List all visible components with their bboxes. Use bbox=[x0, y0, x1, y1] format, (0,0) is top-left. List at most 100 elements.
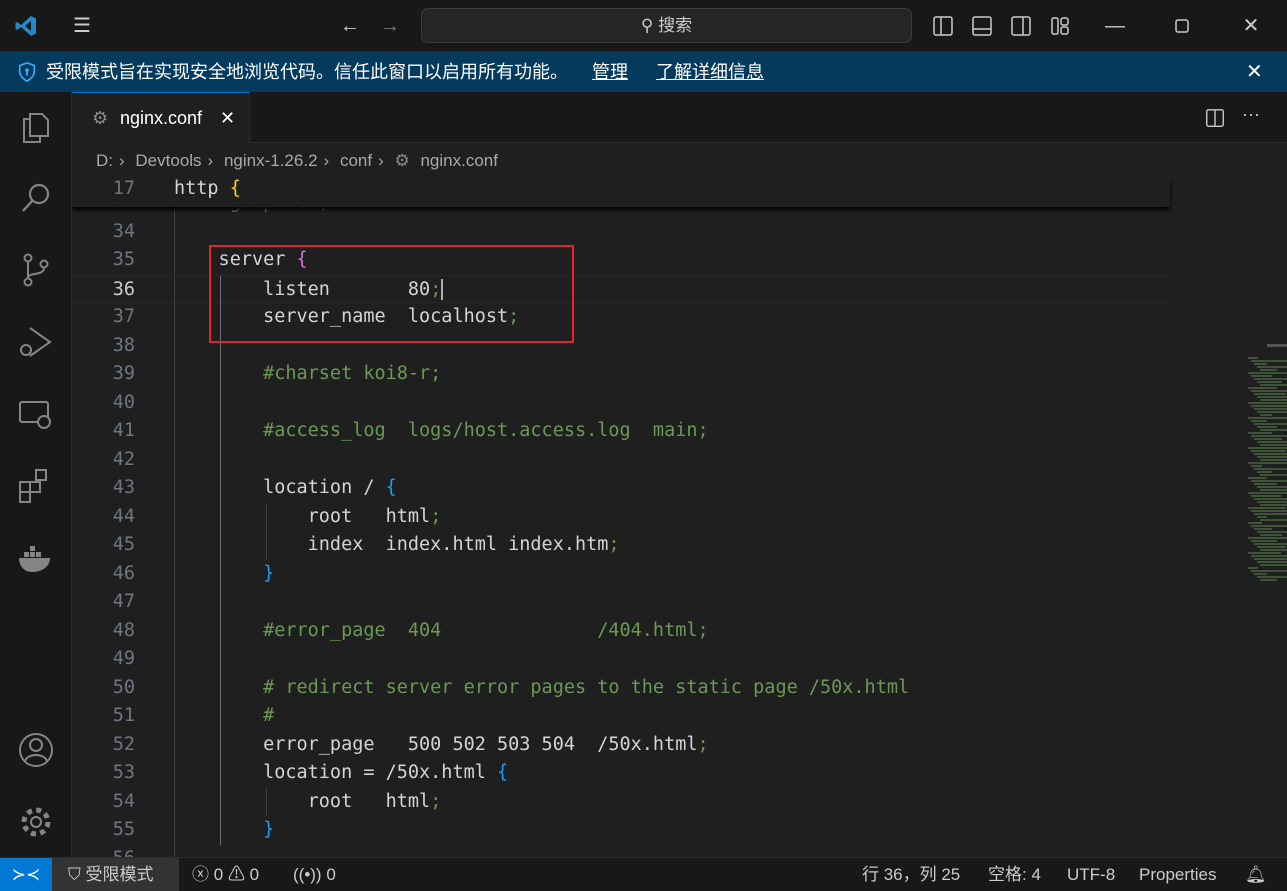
language-mode[interactable]: Properties bbox=[1139, 858, 1216, 891]
cursor-position[interactable]: 行 36，列 25 bbox=[862, 858, 960, 891]
close-window-icon[interactable]: ✕ bbox=[1239, 14, 1263, 38]
minimap-line bbox=[1248, 417, 1287, 419]
code-line[interactable]: 53 location = /50x.html { bbox=[72, 759, 1170, 788]
docker-icon[interactable] bbox=[16, 538, 56, 578]
indent-guide bbox=[174, 388, 175, 417]
minimap-line bbox=[1260, 369, 1278, 371]
code-line[interactable]: 45 index index.html index.htm; bbox=[72, 531, 1170, 560]
code-line[interactable]: 55 } bbox=[72, 816, 1170, 845]
breadcrumb-item[interactable]: Devtools bbox=[135, 151, 201, 170]
close-tab-icon[interactable]: ✕ bbox=[220, 93, 235, 143]
close-banner-icon[interactable]: ✕ bbox=[1246, 52, 1263, 92]
minimize-icon[interactable]: — bbox=[1103, 14, 1127, 38]
restricted-mode-status[interactable]: ⛉ 受限模式 bbox=[52, 858, 179, 891]
code-line[interactable]: 50 # redirect server error pages to the … bbox=[72, 673, 1170, 702]
minimap-line bbox=[1260, 489, 1287, 491]
split-editor-icon[interactable] bbox=[1204, 107, 1226, 129]
breadcrumb-item[interactable]: nginx-1.26.2 bbox=[224, 151, 318, 170]
code-line[interactable]: 47 bbox=[72, 588, 1170, 617]
minimap-line bbox=[1251, 420, 1268, 422]
extensions-icon[interactable] bbox=[16, 466, 56, 506]
minimap-line bbox=[1254, 513, 1287, 515]
minimap-line bbox=[1260, 519, 1287, 521]
code-line[interactable]: 41 #access_log logs/host.access.log main… bbox=[72, 417, 1170, 446]
breadcrumb-item[interactable]: D: bbox=[96, 151, 113, 170]
forward-arrow-icon[interactable]: → bbox=[378, 14, 402, 38]
code-line[interactable]: 46 } bbox=[72, 559, 1170, 588]
tab-nginx-conf[interactable]: ⚙ nginx.conf ✕ bbox=[72, 92, 250, 143]
indent-guide bbox=[174, 445, 175, 474]
customize-layout-icon[interactable] bbox=[1048, 14, 1072, 38]
remote-indicator-icon[interactable]: ≻≺ bbox=[0, 858, 52, 891]
code-line[interactable]: 34 bbox=[72, 217, 1170, 246]
code-text: } bbox=[263, 562, 275, 584]
minimap-line bbox=[1260, 549, 1287, 551]
minimap-line bbox=[1257, 456, 1287, 458]
learn-more-link[interactable]: 了解详细信息 bbox=[656, 52, 764, 92]
indentation-status[interactable]: 空格: 4 bbox=[988, 858, 1041, 891]
minimap-line bbox=[1251, 570, 1287, 572]
minimap-line bbox=[1254, 438, 1282, 440]
line-number: 50 bbox=[112, 676, 135, 698]
code-line[interactable]: 56 bbox=[72, 844, 1170, 857]
shield-icon bbox=[18, 61, 36, 83]
minimap-line bbox=[1260, 474, 1287, 476]
accounts-icon[interactable] bbox=[16, 730, 56, 770]
search-input[interactable]: ⚲ 搜索 bbox=[421, 8, 912, 43]
encoding-status[interactable]: UTF-8 bbox=[1067, 858, 1115, 891]
indent-guide bbox=[220, 445, 222, 474]
scrollbar-thumb[interactable] bbox=[1267, 344, 1287, 347]
toggle-secondary-sidebar-icon[interactable] bbox=[1009, 14, 1033, 38]
minimap-line bbox=[1248, 507, 1286, 509]
code-line[interactable]: 54 root html; bbox=[72, 787, 1170, 816]
code-line[interactable]: 44 root html; bbox=[72, 502, 1170, 531]
breadcrumb-item[interactable]: conf bbox=[340, 151, 372, 170]
code-line[interactable]: 51 # bbox=[72, 702, 1170, 731]
code-line[interactable]: 52 error_page 500 502 503 504 /50x.html; bbox=[72, 730, 1170, 759]
minimap-line bbox=[1260, 429, 1287, 431]
minimap-line bbox=[1251, 540, 1277, 542]
toggle-primary-sidebar-icon[interactable] bbox=[931, 14, 955, 38]
minimap-line bbox=[1248, 552, 1282, 554]
notifications-bell-icon[interactable]: 🔔︎ bbox=[1245, 858, 1267, 891]
maximize-icon[interactable] bbox=[1170, 14, 1194, 38]
line-number: 35 bbox=[112, 249, 135, 270]
ports-status[interactable]: ((•)) 0 bbox=[293, 858, 336, 891]
menu-icon[interactable]: ☰ bbox=[70, 14, 94, 38]
minimap[interactable] bbox=[1248, 356, 1287, 591]
minimap-line bbox=[1254, 378, 1287, 380]
minimap-line bbox=[1260, 384, 1287, 386]
minimap-line bbox=[1254, 423, 1287, 425]
minimap-line bbox=[1248, 387, 1277, 389]
status-bar: ≻≺ ⛉ 受限模式 ⓧ 0 ⚠ 0 ((•)) 0 行 36，列 25 空格: … bbox=[0, 857, 1287, 891]
code-text: error_page 500 502 503 504 /50x.html; bbox=[174, 733, 709, 755]
line-number: 55 bbox=[112, 819, 135, 840]
back-arrow-icon[interactable]: ← bbox=[338, 14, 362, 38]
error-icon: ⓧ bbox=[192, 865, 209, 884]
minimap-line bbox=[1260, 564, 1287, 566]
code-text: # bbox=[174, 705, 275, 726]
explorer-icon[interactable] bbox=[16, 106, 56, 146]
sticky-scroll-line[interactable]: 17 http { bbox=[72, 178, 1170, 207]
problems-status[interactable]: ⓧ 0 ⚠ 0 bbox=[192, 858, 259, 891]
settings-gear-icon[interactable] bbox=[16, 802, 56, 842]
run-debug-icon[interactable] bbox=[16, 322, 56, 362]
minimap-line bbox=[1257, 516, 1268, 518]
code-line[interactable]: 42 bbox=[72, 445, 1170, 474]
code-line[interactable]: 49 bbox=[72, 645, 1170, 674]
more-actions-icon[interactable]: ··· bbox=[1242, 104, 1260, 125]
remote-explorer-icon[interactable] bbox=[16, 394, 56, 434]
toggle-panel-icon[interactable] bbox=[970, 14, 994, 38]
source-control-icon[interactable] bbox=[16, 250, 56, 290]
code-line[interactable]: 43 location / { bbox=[72, 474, 1170, 503]
indent-guide bbox=[220, 388, 222, 417]
minimap-line bbox=[1254, 453, 1287, 455]
breadcrumb-item[interactable]: nginx.conf bbox=[420, 151, 498, 170]
code-line[interactable]: 40 bbox=[72, 388, 1170, 417]
code-line[interactable]: 48 #error_page 404 /404.html; bbox=[72, 616, 1170, 645]
search-icon[interactable] bbox=[16, 178, 56, 218]
indent-guide bbox=[220, 588, 222, 617]
manage-link[interactable]: 管理 bbox=[592, 52, 628, 92]
code-line[interactable]: 39 #charset koi8-r; bbox=[72, 360, 1170, 389]
indent-guide bbox=[174, 645, 175, 674]
